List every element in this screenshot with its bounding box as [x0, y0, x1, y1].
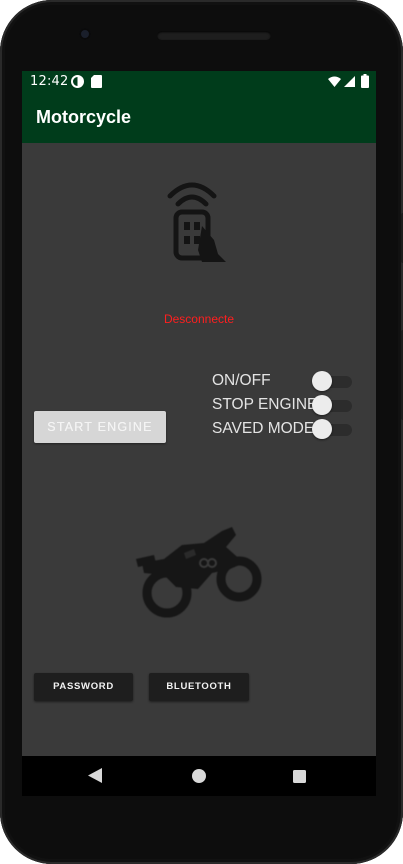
- navigation-bar: [22, 756, 376, 796]
- start-engine-label: START ENGINE: [47, 420, 153, 434]
- switch-thumb[interactable]: [312, 371, 332, 391]
- remote-control-icon: [162, 174, 238, 270]
- motorcycle-icon: [134, 523, 264, 627]
- phone-frame: 12:42 Motorcycle Desconnecte START ENGIN…: [0, 0, 403, 864]
- back-icon[interactable]: [88, 768, 102, 787]
- switch-label: ON/OFF: [212, 372, 271, 389]
- earpiece-speaker: [157, 31, 271, 40]
- data-saver-icon: [71, 75, 84, 92]
- status-bar: 12:42: [22, 71, 376, 93]
- app-title: Motorcycle: [36, 107, 132, 127]
- bluetooth-button[interactable]: BLUETOOTH: [149, 673, 249, 701]
- recents-icon[interactable]: [293, 768, 306, 787]
- signal-icon: [344, 76, 355, 91]
- app-bar: Motorcycle: [22, 93, 376, 143]
- connection-status: Desconnecte: [163, 312, 235, 326]
- switch-thumb[interactable]: [312, 419, 332, 439]
- password-button[interactable]: PASSWORD: [34, 673, 133, 701]
- main-content: Desconnecte START ENGINE ON/OFF STOP ENG…: [22, 143, 376, 756]
- switch-stop-engine[interactable]: STOP ENGINE: [212, 394, 357, 418]
- switch-on-off[interactable]: ON/OFF: [212, 370, 357, 394]
- switch-label: SAVED MODE: [212, 420, 315, 437]
- home-icon[interactable]: [192, 768, 206, 787]
- switch-label: STOP ENGINE: [212, 396, 318, 413]
- battery-icon: [361, 74, 369, 92]
- sd-card-icon: [91, 75, 102, 92]
- start-engine-button[interactable]: START ENGINE: [34, 411, 166, 443]
- front-camera: [79, 28, 91, 40]
- switch-thumb[interactable]: [312, 395, 332, 415]
- wifi-icon: [328, 76, 341, 91]
- screen: 12:42 Motorcycle Desconnecte START ENGIN…: [22, 71, 376, 756]
- status-time: 12:42: [30, 74, 69, 89]
- switch-saved-mode[interactable]: SAVED MODE: [212, 418, 357, 442]
